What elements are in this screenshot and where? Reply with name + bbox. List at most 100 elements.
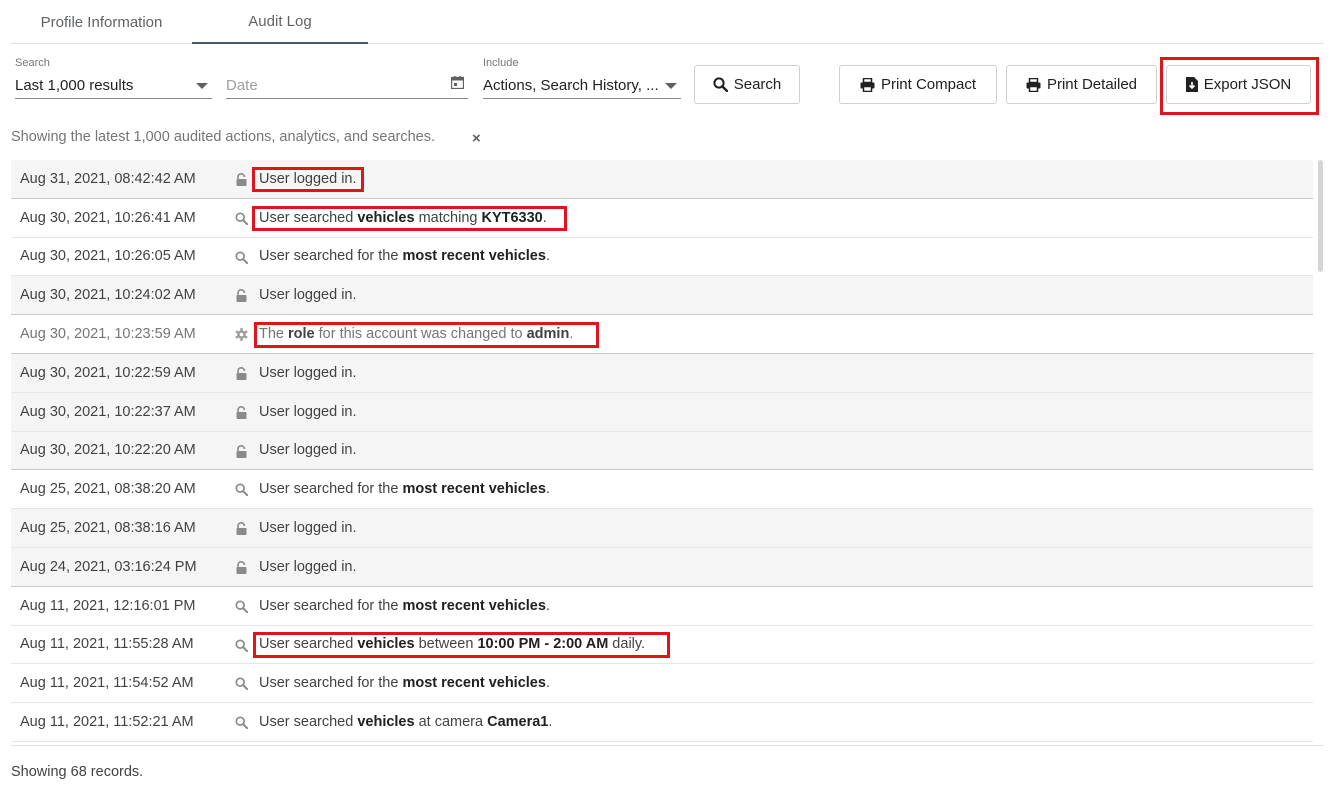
row-timestamp: Aug 11, 2021, 11:55:28 AM bbox=[20, 636, 194, 653]
row-message: User searched for the most recent vehicl… bbox=[259, 481, 550, 497]
search-range-select[interactable]: Last 1,000 results bbox=[15, 72, 212, 99]
table-row[interactable]: Aug 30, 2021, 10:22:37 AM User logged in. bbox=[11, 392, 1313, 432]
print-compact-label: Print Compact bbox=[880, 76, 977, 93]
message-keyword: vehicles bbox=[357, 636, 415, 653]
export-json-label: Export JSON bbox=[1203, 76, 1292, 93]
message-keyword: most recent vehicles bbox=[402, 675, 546, 692]
tab-audit-log[interactable]: Audit Log bbox=[192, 0, 368, 44]
clear-filter-icon[interactable]: × bbox=[472, 131, 481, 146]
table-row[interactable]: Aug 30, 2021, 10:23:59 AM The role for th… bbox=[11, 315, 1313, 354]
table-row[interactable]: Aug 25, 2021, 08:38:20 AM User searched f… bbox=[11, 470, 1313, 510]
lock-icon bbox=[235, 289, 248, 303]
table-row[interactable]: Aug 30, 2021, 10:26:05 AM User searched f… bbox=[11, 238, 1313, 277]
tab-label: Profile Information bbox=[40, 13, 163, 31]
table-row[interactable]: Aug 31, 2021, 08:42:42 AM User logged in. bbox=[11, 160, 1313, 199]
print-compact-button[interactable]: Print Compact bbox=[839, 65, 997, 104]
message-text: User searched bbox=[259, 209, 358, 226]
table-row[interactable]: Aug 11, 2021, 11:55:28 AM User searched v… bbox=[11, 626, 1313, 665]
lock-icon bbox=[235, 561, 248, 574]
table-row[interactable]: Aug 11, 2021, 12:16:01 PM User searched f… bbox=[11, 587, 1313, 626]
message-keyword: vehicles bbox=[357, 209, 415, 226]
row-timestamp: Aug 25, 2021, 08:38:16 AM bbox=[20, 520, 196, 537]
message-text: User searched for the bbox=[259, 675, 403, 692]
table-row[interactable]: Aug 24, 2021, 03:16:24 PM User logged in. bbox=[11, 548, 1313, 587]
row-message: User logged in. bbox=[259, 442, 357, 458]
row-message: User logged in. bbox=[259, 559, 357, 575]
message-keyword: vehicles bbox=[357, 714, 415, 731]
date-field[interactable]: Date bbox=[226, 72, 468, 99]
message-text: . bbox=[545, 248, 550, 265]
message-text: User logged in. bbox=[259, 442, 357, 459]
lock-icon bbox=[235, 522, 248, 536]
row-message: User logged in. bbox=[259, 404, 357, 420]
row-message: User searched for the most recent vehicl… bbox=[259, 248, 550, 264]
row-timestamp: Aug 30, 2021, 10:23:59 AM bbox=[20, 326, 196, 343]
row-timestamp: Aug 30, 2021, 10:26:41 AM bbox=[20, 209, 196, 226]
include-value: Actions, Search History, ... bbox=[483, 76, 659, 94]
table-row[interactable]: Aug 30, 2021, 10:22:59 AM User logged in. bbox=[11, 354, 1313, 393]
table-row[interactable]: Aug 11, 2021, 11:52:21 AM User searched v… bbox=[11, 703, 1313, 742]
include-select[interactable]: Actions, Search History, ... bbox=[483, 72, 681, 99]
print-detailed-button[interactable]: Print Detailed bbox=[1006, 65, 1157, 104]
row-timestamp: Aug 24, 2021, 03:16:24 PM bbox=[20, 558, 197, 575]
message-text: User logged in. bbox=[259, 558, 357, 575]
export-json-button[interactable]: Export JSON bbox=[1166, 65, 1311, 104]
search-field-label: Search bbox=[15, 57, 50, 69]
lock-icon bbox=[235, 444, 248, 458]
message-text: . bbox=[545, 597, 550, 614]
search-icon bbox=[235, 716, 249, 730]
message-text: User logged in. bbox=[259, 520, 357, 537]
table-row[interactable]: Aug 30, 2021, 10:24:02 AM User logged in. bbox=[11, 276, 1313, 316]
search-icon bbox=[235, 212, 249, 225]
search-range-value: Last 1,000 results bbox=[15, 76, 134, 94]
message-keyword: KYT6330 bbox=[481, 209, 543, 226]
table-row[interactable]: Aug 25, 2021, 08:38:16 AM User logged in. bbox=[11, 509, 1313, 548]
message-text: User searched for the bbox=[259, 248, 403, 265]
row-message: User logged in. bbox=[259, 365, 357, 381]
calendar-icon[interactable] bbox=[451, 76, 464, 89]
message-keyword: most recent vehicles bbox=[402, 248, 546, 265]
message-text: between bbox=[414, 636, 478, 653]
printer-icon bbox=[860, 77, 875, 92]
date-placeholder: Date bbox=[226, 76, 258, 94]
message-text: User logged in. bbox=[259, 364, 357, 381]
row-message: User searched vehicles at camera Camera1… bbox=[259, 714, 552, 730]
row-message: User logged in. bbox=[259, 520, 357, 536]
table-row[interactable]: Aug 30, 2021, 10:22:20 AM User logged in. bbox=[11, 431, 1313, 471]
message-text: matching bbox=[414, 209, 482, 226]
printer-icon bbox=[1026, 77, 1041, 92]
tab-profile-information[interactable]: Profile Information bbox=[11, 0, 192, 44]
search-icon bbox=[713, 77, 728, 92]
message-text: User searched for the bbox=[259, 597, 403, 614]
table-row[interactable]: Aug 30, 2021, 10:26:41 AM User searched v… bbox=[11, 199, 1313, 238]
message-keyword: role bbox=[288, 326, 315, 343]
row-message: User searched for the most recent vehicl… bbox=[259, 598, 550, 614]
row-timestamp: Aug 11, 2021, 11:52:21 AM bbox=[20, 714, 194, 731]
message-keyword: most recent vehicles bbox=[402, 597, 546, 614]
message-text: . bbox=[545, 675, 550, 692]
row-timestamp: Aug 11, 2021, 12:16:01 PM bbox=[20, 597, 196, 614]
search-button-label: Search bbox=[733, 76, 782, 93]
divider bbox=[11, 745, 1324, 746]
chevron-down-icon bbox=[196, 83, 208, 89]
tab-label: Audit Log bbox=[248, 12, 312, 30]
row-timestamp: Aug 30, 2021, 10:26:05 AM bbox=[20, 248, 196, 265]
row-message: User searched for the most recent vehicl… bbox=[259, 675, 550, 691]
message-text: The bbox=[259, 326, 289, 343]
lock-icon bbox=[235, 367, 248, 380]
scrollbar-thumb[interactable] bbox=[1318, 160, 1323, 272]
message-text: . bbox=[545, 481, 550, 498]
row-timestamp: Aug 11, 2021, 11:54:52 AM bbox=[20, 675, 194, 692]
search-icon bbox=[235, 600, 249, 613]
row-message: User searched vehicles between 10:00 PM … bbox=[259, 636, 645, 652]
row-timestamp: Aug 31, 2021, 08:42:42 AM bbox=[20, 170, 196, 187]
search-button[interactable]: Search bbox=[694, 65, 800, 104]
chevron-down-icon bbox=[665, 83, 677, 89]
row-message: User logged in. bbox=[259, 171, 357, 187]
row-timestamp: Aug 30, 2021, 10:24:02 AM bbox=[20, 287, 196, 304]
row-timestamp: Aug 30, 2021, 10:22:59 AM bbox=[20, 364, 196, 381]
message-text: User searched bbox=[259, 636, 358, 653]
table-row[interactable]: Aug 11, 2021, 11:54:52 AM User searched f… bbox=[11, 664, 1313, 704]
audit-log-list: Aug 31, 2021, 08:42:42 AM User logged in.… bbox=[11, 160, 1313, 745]
lock-icon bbox=[235, 173, 248, 186]
